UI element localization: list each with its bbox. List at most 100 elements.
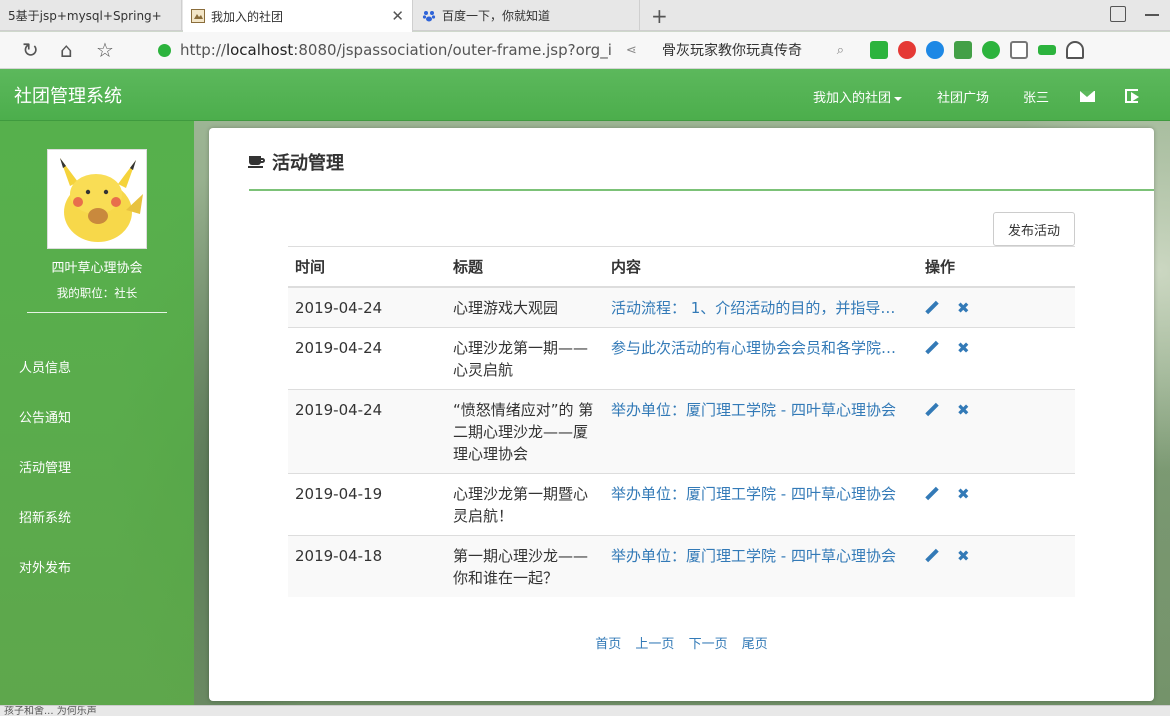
sidebar-item-members[interactable]: 人员信息 <box>19 357 71 376</box>
browser-status-bar: 孩子和舍... 为何乐声 <box>0 705 1170 716</box>
publish-activity-button[interactable]: 发布活动 <box>993 212 1075 246</box>
coffee-cup-icon <box>248 156 265 168</box>
column-header-ops: 操作 <box>918 246 1075 288</box>
url-host: localhost <box>225 41 294 59</box>
logout-icon[interactable] <box>1125 89 1139 103</box>
nav-my-clubs-dropdown[interactable]: 我加入的社团 <box>813 87 903 106</box>
scissors-icon[interactable] <box>898 41 916 59</box>
cell-title: 第一期心理沙龙——你和谁在一起？ <box>446 534 604 597</box>
cell-content-link[interactable]: 参与此次活动的有心理协会会员和各学院心理委员 <box>611 337 907 359</box>
edit-pencil-icon[interactable] <box>925 301 939 315</box>
tab-close-icon[interactable]: ✕ <box>391 7 404 25</box>
delete-remove-icon[interactable]: ✖ <box>957 486 970 501</box>
table-row: 2019-04-24 “愤怒情绪应对”的 第二期心理沙龙——厦理心理协会 举办单… <box>288 388 1075 473</box>
browser-tab-strip: 5基于jsp+mysql+Spring+ 我加入的社团 ✕ 百度一下，你就知道 … <box>0 0 1170 32</box>
tab-title: 5基于jsp+mysql+Spring+ <box>8 9 162 23</box>
activity-table: 时间 标题 内容 操作 2019-04-24 心理游戏大观园 活动流程： 1、介… <box>288 246 1075 597</box>
extension-icon[interactable] <box>870 41 888 59</box>
nav-club-square[interactable]: 社团广场 <box>937 87 989 106</box>
mail-icon[interactable] <box>1080 91 1095 102</box>
sidebar: 四叶草心理协会 我的职位：社长 人员信息 公告通知 活动管理 招新系统 对外发布 <box>0 121 194 716</box>
security-shield-icon <box>158 43 171 57</box>
url-scheme: http:// <box>180 41 226 59</box>
cell-time: 2019-04-24 <box>288 388 446 473</box>
page-next-link[interactable]: 下一页 <box>689 637 728 652</box>
money-icon[interactable] <box>982 41 1000 59</box>
delete-remove-icon[interactable]: ✖ <box>957 548 970 563</box>
baidu-paw-icon <box>422 10 436 21</box>
browser-tab[interactable]: 5基于jsp+mysql+Spring+ <box>0 0 182 31</box>
page-prev-link[interactable]: 上一页 <box>635 637 674 652</box>
sidebar-item-announcements[interactable]: 公告通知 <box>19 407 71 426</box>
star-icon[interactable]: ☆ <box>96 39 114 61</box>
url-rest: :8080/jspassociation/outer-frame.jsp?org… <box>293 41 612 59</box>
share-lightning-icon[interactable]: ⋖ ⚡ ⌄ <box>626 43 646 58</box>
sidebar-item-recruitment[interactable]: 招新系统 <box>19 507 71 526</box>
activity-panel: 活动管理 发布活动 时间 标题 内容 操作 2019-04-24 心理游戏大观园… <box>209 128 1154 701</box>
column-header-time: 时间 <box>288 246 446 288</box>
cell-content-link[interactable]: 举办单位：厦门理工学院 - 四叶草心理协会 <box>611 483 907 505</box>
browser-toolbar: ↻ ⌂ ☆ http://localhost:8080/jspassociati… <box>0 32 1170 69</box>
cell-content-link[interactable]: 活动流程： 1、介绍活动的目的，并指导大家 <box>611 297 907 319</box>
club-name: 四叶草心理协会 <box>51 261 143 276</box>
edit-pencil-icon[interactable] <box>925 549 939 563</box>
table-row: 2019-04-19 心理沙龙第一期暨心灵启航！ 举办单位：厦门理工学院 - 四… <box>288 472 1075 535</box>
browser-tab[interactable]: 百度一下，你就知道 <box>414 0 640 31</box>
tab-title: 百度一下，你就知道 <box>442 9 551 23</box>
column-header-content: 内容 <box>604 246 918 288</box>
table-row: 2019-04-24 心理游戏大观园 活动流程： 1、介绍活动的目的，并指导大家… <box>288 286 1075 327</box>
app-header: 社团管理系统 我加入的社团 社团广场 张三 <box>0 69 1170 121</box>
edit-pencil-icon[interactable] <box>925 487 939 501</box>
sidebar-item-activities[interactable]: 活动管理 <box>19 457 71 476</box>
cell-content-link[interactable]: 举办单位：厦门理工学院 - 四叶草心理协会 <box>611 545 907 567</box>
club-avatar <box>47 149 147 249</box>
cell-time: 2019-04-18 <box>288 534 446 597</box>
cell-time: 2019-04-24 <box>288 286 446 327</box>
edit-pencil-icon[interactable] <box>925 341 939 355</box>
extension-strip <box>870 41 1084 59</box>
home-icon[interactable]: ⌂ <box>60 39 73 61</box>
title-underline <box>249 189 1154 191</box>
tab-title: 我加入的社团 <box>211 9 284 24</box>
cell-title: 心理沙龙第一期暨心灵启航！ <box>446 472 604 535</box>
sidebar-item-publish-external[interactable]: 对外发布 <box>19 557 71 576</box>
cell-title: 心理游戏大观园 <box>446 286 604 327</box>
reload-icon[interactable]: ↻ <box>22 39 39 61</box>
search-icon[interactable]: ⌕ <box>837 43 844 58</box>
page-first-link[interactable]: 首页 <box>595 637 621 652</box>
column-header-title: 标题 <box>446 246 604 288</box>
cell-content-link[interactable]: 举办单位：厦门理工学院 - 四叶草心理协会 <box>611 399 907 421</box>
brand-title[interactable]: 社团管理系统 <box>14 82 122 108</box>
pagination: 首页 上一页 下一页 尾页 <box>209 633 1154 652</box>
nav-user-name[interactable]: 张三 <box>1023 87 1049 106</box>
game-icon[interactable] <box>954 41 972 59</box>
pikachu-avatar-image <box>48 150 146 248</box>
minimize-icon[interactable] <box>1145 14 1159 16</box>
cell-time: 2019-04-24 <box>288 326 446 389</box>
headphones-icon[interactable] <box>1066 41 1084 59</box>
my-position: 我的职位：社长 <box>56 286 138 300</box>
battery-icon <box>1038 45 1056 55</box>
page-last-link[interactable]: 尾页 <box>742 637 768 652</box>
panel-title: 活动管理 <box>248 149 344 175</box>
new-tab-icon[interactable]: + <box>651 4 668 28</box>
table-row: 2019-04-18 第一期心理沙龙——你和谁在一起？ 举办单位：厦门理工学院 … <box>288 534 1075 597</box>
address-bar[interactable]: http://localhost:8080/jspassociation/out… <box>150 36 646 64</box>
apps-grid-icon[interactable] <box>1010 41 1028 59</box>
delete-remove-icon[interactable]: ✖ <box>957 340 970 355</box>
search-extension-icon[interactable] <box>926 41 944 59</box>
delete-remove-icon[interactable]: ✖ <box>957 300 970 315</box>
edit-pencil-icon[interactable] <box>925 403 939 417</box>
sidebar-divider <box>27 312 167 313</box>
nav-my-clubs-label: 我加入的社团 <box>813 91 892 106</box>
skin-icon[interactable] <box>1110 6 1126 22</box>
browser-tab-active[interactable]: 我加入的社团 ✕ <box>183 0 413 32</box>
search-text: 骨灰玩家教你玩真传奇 <box>662 43 802 59</box>
panel-title-text: 活动管理 <box>272 153 344 174</box>
table-row: 2019-04-24 心理沙龙第一期——心灵启航 参与此次活动的有心理协会会员和… <box>288 326 1075 389</box>
delete-remove-icon[interactable]: ✖ <box>957 402 970 417</box>
caret-down-icon <box>894 96 903 101</box>
search-input[interactable]: 骨灰玩家教你玩真传奇 ⌕ <box>654 36 850 64</box>
table-header-row: 时间 标题 内容 操作 <box>288 246 1075 288</box>
page-favicon-icon <box>191 9 205 23</box>
